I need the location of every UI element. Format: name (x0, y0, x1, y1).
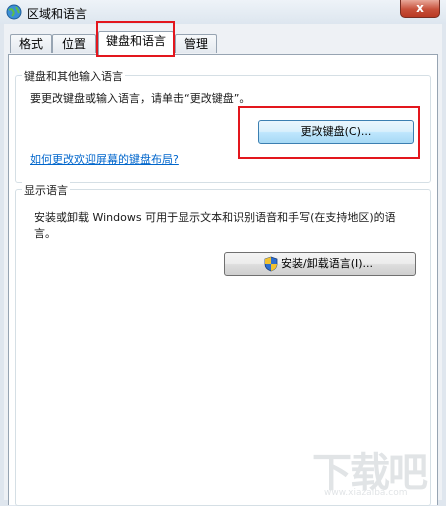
watermark: 下载吧 www.xiazaiba.com (312, 440, 432, 502)
close-button[interactable]: x (400, 0, 440, 18)
title-bar: 区域和语言 x (0, 0, 446, 24)
welcome-screen-keyboard-link[interactable]: 如何更改欢迎屏幕的键盘布局? (30, 151, 179, 167)
display-group-title: 显示语言 (22, 182, 70, 198)
tab-location[interactable]: 位置 (52, 34, 96, 53)
install-button-label: 安装/卸载语言(I)... (281, 257, 374, 270)
install-uninstall-languages-button[interactable]: 安装/卸载语言(I)... (224, 252, 416, 276)
close-icon: x (416, 1, 424, 15)
window-title: 区域和语言 (27, 7, 88, 21)
tab-annotation-box (96, 21, 175, 57)
keyboard-group-title: 键盘和其他输入语言 (22, 68, 125, 84)
uac-shield-icon (264, 256, 278, 272)
display-instruction-line1: 安装或卸载 Windows 可用于显示文本和识别语音和手写(在支持地区)的语 (34, 211, 396, 224)
tab-administrative[interactable]: 管理 (175, 34, 217, 53)
display-instruction-line2: 言。 (34, 227, 56, 240)
globe-icon (6, 4, 22, 20)
keyboard-instruction: 要更改键盘或输入语言，请单击“更改键盘”。 (30, 92, 251, 105)
watermark-url: www.xiazaiba.com (324, 488, 408, 498)
tab-format[interactable]: 格式 (10, 34, 52, 53)
button-annotation-box (238, 106, 420, 159)
